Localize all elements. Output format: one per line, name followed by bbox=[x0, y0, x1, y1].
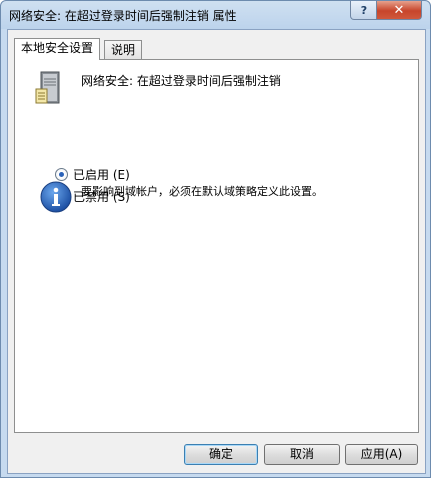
close-icon: ✕ bbox=[393, 2, 405, 18]
ok-button[interactable]: 确定 bbox=[184, 444, 258, 465]
info-text: 要影响到域帐户，必须在默认域策略定义此设置。 bbox=[81, 185, 323, 198]
help-icon: ? bbox=[360, 3, 368, 17]
radio-enabled-indicator[interactable] bbox=[55, 168, 68, 181]
cancel-button[interactable]: 取消 bbox=[264, 444, 340, 465]
close-button[interactable]: ✕ bbox=[376, 1, 422, 20]
apply-button[interactable]: 应用(A) bbox=[345, 444, 418, 465]
title-bar[interactable]: 网络安全: 在超过登录时间后强制注销 属性 ? ✕ bbox=[1, 1, 430, 28]
tab-local-security-setting[interactable]: 本地安全设置 bbox=[14, 38, 101, 60]
help-button[interactable]: ? bbox=[350, 1, 378, 20]
tab-explain[interactable]: 说明 bbox=[104, 40, 143, 59]
radio-enabled-label: 已启用 (E) bbox=[73, 168, 130, 182]
dialog-client-area: 本地安全设置 说明 网络安全: 在超过登录时间后强制注销 已启用 (E) 已禁用… bbox=[7, 29, 426, 474]
tab-panel: 网络安全: 在超过登录时间后强制注销 已启用 (E) 已禁用 (S) 要影响到域… bbox=[14, 59, 419, 433]
window-title: 网络安全: 在超过登录时间后强制注销 属性 bbox=[9, 9, 237, 23]
policy-title: 网络安全: 在超过登录时间后强制注销 bbox=[81, 74, 281, 88]
server-icon bbox=[35, 71, 60, 104]
info-icon bbox=[40, 181, 72, 213]
properties-dialog: 网络安全: 在超过登录时间后强制注销 属性 ? ✕ 本地安全设置 说明 网络安全… bbox=[0, 0, 431, 478]
